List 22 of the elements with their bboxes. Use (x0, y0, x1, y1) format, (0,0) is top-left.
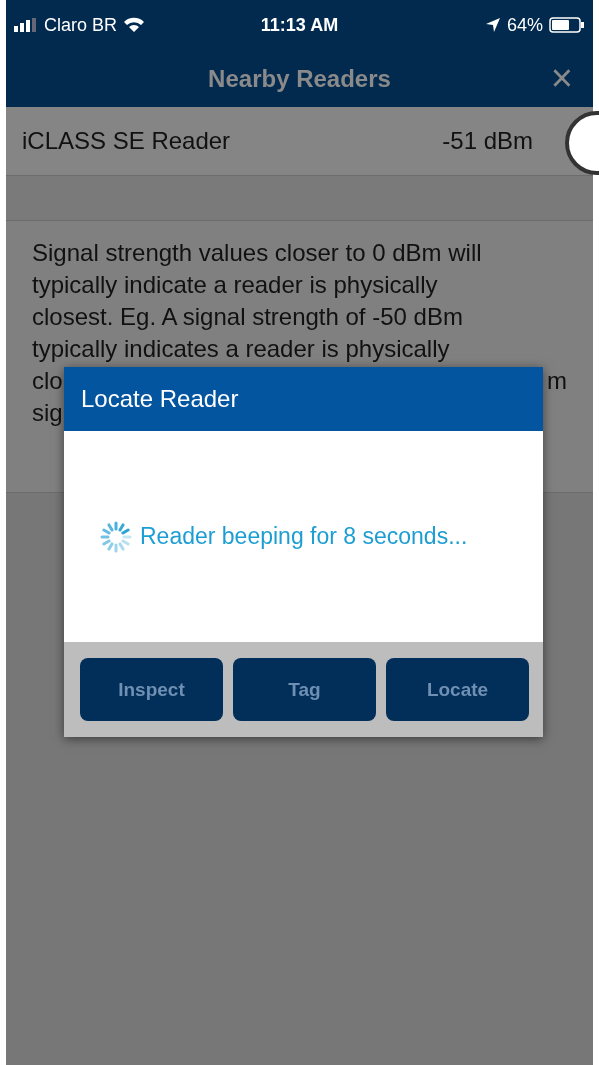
status-message: Reader beeping for 8 seconds... (140, 523, 468, 550)
info-text: Signal strength values closer to 0 dBm will (32, 238, 482, 268)
reader-name: iCLASS SE Reader (22, 127, 231, 155)
close-button[interactable]: × (550, 58, 573, 98)
battery-icon (549, 17, 585, 33)
info-text: closest. Eg. A signal strength of -50 dBm (32, 302, 463, 332)
location-arrow-icon (484, 17, 501, 33)
dialog-title: Locate Reader (81, 385, 239, 413)
signal-icon (14, 18, 38, 32)
status-time: 11:13 AM (260, 14, 339, 36)
info-text: typically indicate a reader is physically (32, 270, 438, 300)
carrier-name: Claro BR (44, 14, 118, 36)
reader-row[interactable]: iCLASS SE Reader -51 dBm (6, 107, 593, 176)
spinner-icon (100, 520, 132, 553)
screen-title: Nearby Readers (208, 64, 391, 93)
signal-strength: -51 dBm (442, 127, 533, 155)
wifi-icon (123, 17, 146, 33)
info-text: m (547, 366, 567, 396)
info-text: typically indicates a reader is physically (32, 334, 450, 364)
info-text: clo (32, 366, 63, 396)
battery-percent: 64% (506, 14, 543, 36)
info-text: sig (32, 398, 63, 428)
